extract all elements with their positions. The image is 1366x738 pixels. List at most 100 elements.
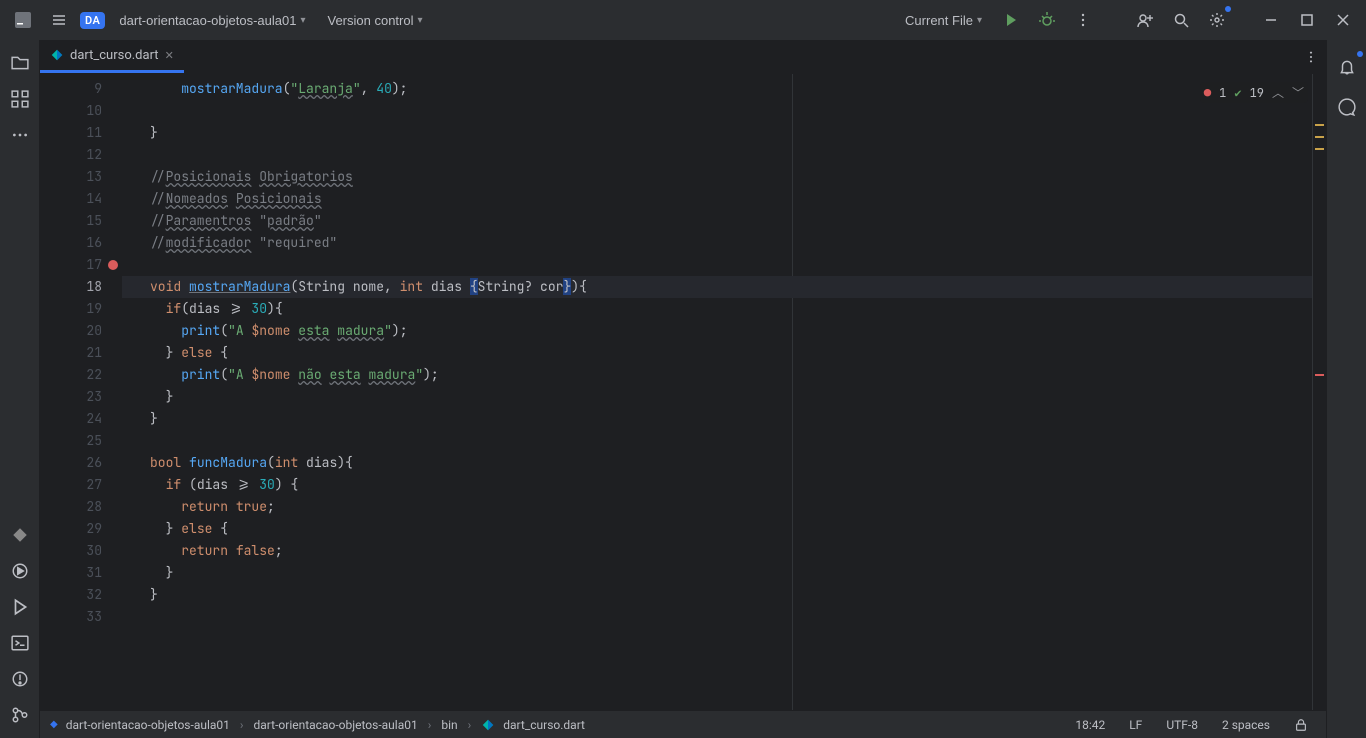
indent-setting[interactable]: 2 spaces xyxy=(1214,718,1278,732)
line-number[interactable]: 22 xyxy=(40,364,122,386)
code-line[interactable]: } xyxy=(122,584,1312,606)
error-stripe-mark[interactable] xyxy=(1315,148,1324,150)
line-number[interactable]: 14 xyxy=(40,188,122,210)
file-tab-active[interactable]: dart_curso.dart ✕ xyxy=(40,40,184,73)
line-number[interactable]: 29 xyxy=(40,518,122,540)
code-line[interactable]: //Posicionais Obrigatorios xyxy=(122,166,1312,188)
prev-highlight-icon[interactable]: ︿ xyxy=(1272,84,1284,101)
line-number[interactable]: 18 xyxy=(40,276,122,298)
code-line[interactable]: return false; xyxy=(122,540,1312,562)
run-tool-icon[interactable] xyxy=(5,592,35,622)
line-number[interactable]: 17 xyxy=(40,254,122,276)
line-number[interactable]: 11 xyxy=(40,122,122,144)
code-line[interactable]: //Nomeados Posicionais xyxy=(122,188,1312,210)
line-number-gutter[interactable]: 9101112131415161718192021222324252627282… xyxy=(40,74,122,710)
code-line[interactable]: } xyxy=(122,122,1312,144)
line-number[interactable]: 26 xyxy=(40,452,122,474)
code-line[interactable] xyxy=(122,606,1312,628)
line-number[interactable]: 31 xyxy=(40,562,122,584)
project-selector[interactable]: dart-orientacao-objetos-aula01 xyxy=(111,9,313,32)
ide-logo[interactable] xyxy=(8,5,38,35)
code-line[interactable]: if(dias >= 30){ xyxy=(122,298,1312,320)
code-editor[interactable]: 9101112131415161718192021222324252627282… xyxy=(40,74,1326,710)
minimize-window-icon[interactable] xyxy=(1256,5,1286,35)
error-stripe-mark[interactable] xyxy=(1315,136,1324,138)
more-actions-icon[interactable] xyxy=(1068,5,1098,35)
line-number[interactable]: 10 xyxy=(40,100,122,122)
dart-analysis-tool-icon[interactable] xyxy=(5,520,35,550)
search-everywhere-icon[interactable] xyxy=(1166,5,1196,35)
code-lines[interactable]: mostrarMadura("Laranja", 40);} //Posicion… xyxy=(122,74,1312,710)
breadcrumb-module[interactable]: dart-orientacao-objetos-aula01 xyxy=(254,718,418,732)
error-stripe-mark[interactable] xyxy=(1315,124,1324,126)
vcs-status-icon[interactable]: ◆ xyxy=(50,719,58,730)
line-number[interactable]: 13 xyxy=(40,166,122,188)
line-number[interactable]: 15 xyxy=(40,210,122,232)
run-config-selector[interactable]: Current File xyxy=(897,9,990,32)
breadcrumb-folder[interactable]: bin xyxy=(441,718,457,732)
caret-position[interactable]: 18:42 xyxy=(1067,718,1113,732)
line-number[interactable]: 16 xyxy=(40,232,122,254)
code-line[interactable] xyxy=(122,144,1312,166)
code-line[interactable]: } xyxy=(122,408,1312,430)
error-stripe[interactable] xyxy=(1312,74,1326,710)
line-number[interactable]: 32 xyxy=(40,584,122,606)
version-control-menu[interactable]: Version control xyxy=(320,9,431,32)
read-only-toggle-icon[interactable] xyxy=(1286,718,1316,732)
line-number[interactable]: 23 xyxy=(40,386,122,408)
tab-list-menu-icon[interactable] xyxy=(1296,40,1326,73)
code-line[interactable]: return true; xyxy=(122,496,1312,518)
line-number[interactable]: 9 xyxy=(40,78,122,100)
line-number[interactable]: 25 xyxy=(40,430,122,452)
file-encoding[interactable]: UTF-8 xyxy=(1158,718,1206,732)
code-line[interactable]: print("A $nome não esta madura"); xyxy=(122,364,1312,386)
notifications-icon[interactable] xyxy=(1332,52,1362,82)
code-line[interactable]: } xyxy=(122,562,1312,584)
project-tool-icon[interactable] xyxy=(5,48,35,78)
structure-tool-icon[interactable] xyxy=(5,84,35,114)
line-number[interactable]: 28 xyxy=(40,496,122,518)
code-line[interactable]: if (dias >= 30) { xyxy=(122,474,1312,496)
line-separator[interactable]: LF xyxy=(1121,718,1150,732)
next-highlight-icon[interactable]: ﹀ xyxy=(1292,84,1304,101)
services-tool-icon[interactable] xyxy=(5,556,35,586)
vcs-tool-icon[interactable] xyxy=(5,700,35,730)
settings-icon[interactable] xyxy=(1202,5,1232,35)
code-line[interactable]: //modificador "required" xyxy=(122,232,1312,254)
ai-assistant-icon[interactable] xyxy=(1332,92,1362,122)
more-tools-icon[interactable] xyxy=(5,120,35,150)
run-button[interactable] xyxy=(996,5,1026,35)
terminal-tool-icon[interactable] xyxy=(5,628,35,658)
code-line[interactable] xyxy=(122,254,1312,276)
code-line[interactable]: } else { xyxy=(122,342,1312,364)
code-line[interactable]: bool funcMadura(int dias){ xyxy=(122,452,1312,474)
debug-button[interactable] xyxy=(1032,5,1062,35)
code-line[interactable]: } xyxy=(122,386,1312,408)
line-number[interactable]: 19 xyxy=(40,298,122,320)
breadcrumb-file[interactable]: dart_curso.dart xyxy=(503,718,585,732)
line-number[interactable]: 21 xyxy=(40,342,122,364)
inspection-widget[interactable]: ● 1 ✔ 19 ︿ ﹀ xyxy=(1200,82,1308,103)
line-number[interactable]: 33 xyxy=(40,606,122,628)
code-with-me-icon[interactable] xyxy=(1130,5,1160,35)
line-number[interactable]: 27 xyxy=(40,474,122,496)
code-line[interactable]: //Paramentros "padrão" xyxy=(122,210,1312,232)
main-menu-icon[interactable] xyxy=(44,5,74,35)
problems-tool-icon[interactable] xyxy=(5,664,35,694)
close-tab-icon[interactable]: ✕ xyxy=(165,49,174,62)
line-number[interactable]: 24 xyxy=(40,408,122,430)
maximize-window-icon[interactable] xyxy=(1292,5,1322,35)
code-line[interactable] xyxy=(122,100,1312,122)
line-number[interactable]: 20 xyxy=(40,320,122,342)
editor-area: dart_curso.dart ✕ 9101112131415161718192… xyxy=(40,40,1326,738)
line-number[interactable]: 30 xyxy=(40,540,122,562)
code-line[interactable]: print("A $nome esta madura"); xyxy=(122,320,1312,342)
code-line[interactable]: } else { xyxy=(122,518,1312,540)
line-number[interactable]: 12 xyxy=(40,144,122,166)
code-line[interactable] xyxy=(122,430,1312,452)
error-stripe-mark[interactable] xyxy=(1315,374,1324,376)
close-window-icon[interactable] xyxy=(1328,5,1358,35)
breadcrumb-root[interactable]: dart-orientacao-objetos-aula01 xyxy=(66,718,230,732)
code-line[interactable]: void mostrarMadura(String nome, int dias… xyxy=(122,276,1312,298)
code-line[interactable]: mostrarMadura("Laranja", 40); xyxy=(122,78,1312,100)
